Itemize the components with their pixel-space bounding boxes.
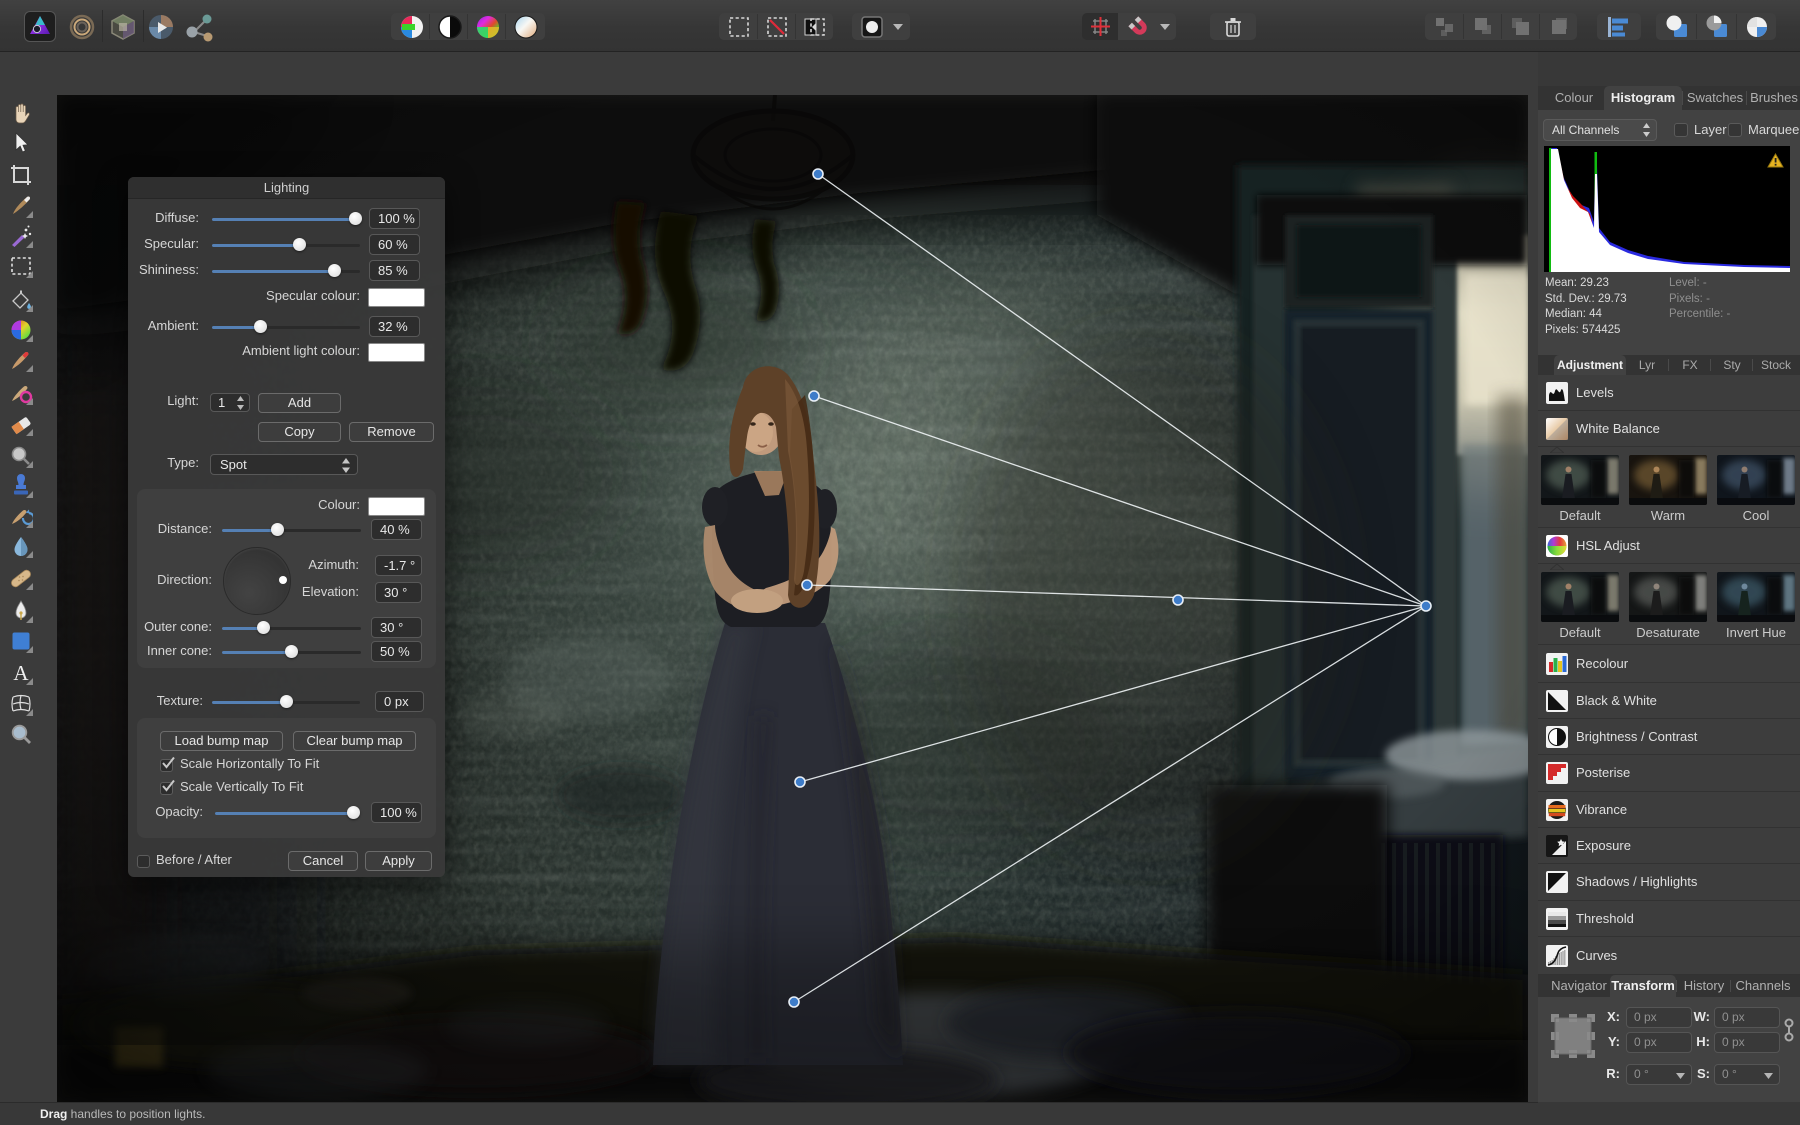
svg-text:A: A (13, 661, 29, 685)
